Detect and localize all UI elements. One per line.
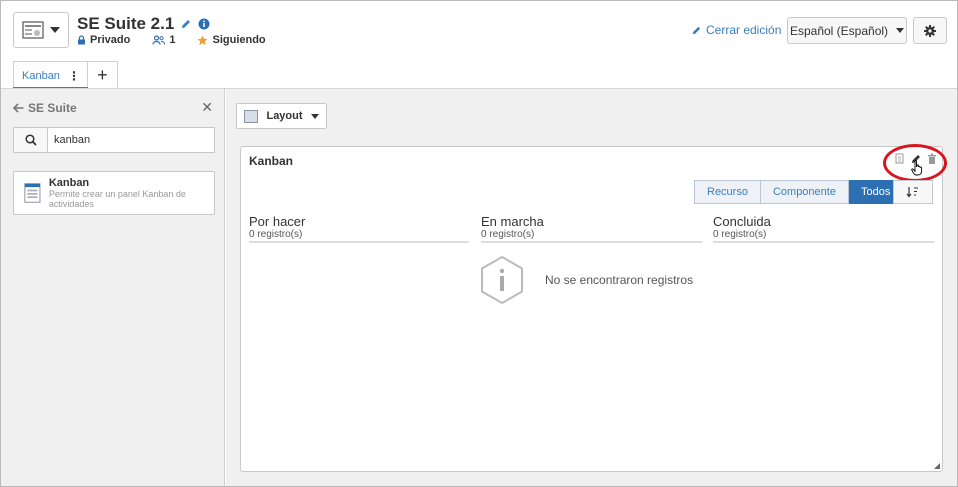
gear-icon — [924, 24, 936, 37]
title-row: SE Suite 2.1 — [77, 14, 210, 34]
empty-state: No se encontraron registros — [479, 255, 693, 305]
widget-kanban[interactable]: Kanban Permite crear un panel Kanban de … — [13, 171, 215, 215]
search-icon — [24, 134, 37, 146]
users-icon — [152, 35, 166, 45]
search-input[interactable] — [47, 127, 215, 153]
tab-kanban[interactable]: Kanban ⋮ — [13, 61, 88, 89]
filter-component-button[interactable]: Componente — [760, 180, 849, 204]
more-vertical-icon[interactable]: ⋮ — [68, 69, 80, 83]
privacy-status: Privado — [77, 34, 130, 46]
close-icon[interactable]: ✕ — [201, 99, 213, 116]
column-todo: Por hacer 0 registro(s) — [249, 214, 469, 243]
search-box — [13, 127, 215, 153]
column-done: Concluida 0 registro(s) — [713, 214, 934, 243]
tabs-row: Kanban ⋮ + — [13, 61, 118, 89]
chevron-down-icon — [896, 28, 905, 33]
meta-row: Privado 1 Siguiendo — [77, 34, 266, 46]
settings-button[interactable] — [913, 17, 947, 44]
language-dropdown[interactable]: Español (Español) — [787, 17, 907, 44]
sidebar-back-button[interactable]: SE Suite — [13, 101, 77, 115]
info-hexagon-icon — [481, 255, 523, 305]
sort-button[interactable] — [893, 180, 933, 204]
plus-icon: + — [97, 65, 108, 85]
info-icon[interactable] — [198, 18, 210, 30]
star-icon — [197, 35, 208, 45]
page-title: SE Suite 2.1 — [77, 14, 175, 33]
dashboard-icon — [22, 21, 44, 39]
chevron-down-icon — [310, 113, 319, 119]
app-icon-dropdown[interactable] — [13, 12, 69, 48]
arrow-left-icon — [13, 102, 24, 113]
main-area: Layout Kanban Recurso Componente Todos P… — [226, 89, 957, 486]
close-edit-link[interactable]: Cerrar edición — [691, 23, 781, 37]
pencil-icon — [692, 26, 701, 34]
kanban-panel: Kanban Recurso Componente Todos Por hace… — [240, 144, 947, 472]
empty-message: No se encontraron registros — [545, 273, 694, 287]
layout-dropdown[interactable]: Layout — [236, 103, 327, 129]
following-status[interactable]: Siguiendo — [197, 34, 266, 46]
sidebar: SE Suite ✕ Kanban Permite crear un panel… — [1, 89, 225, 486]
header: SE Suite 2.1 Privado 1 Siguiendo Cerrar … — [1, 1, 957, 89]
members-count[interactable]: 1 — [152, 34, 175, 46]
resize-handle-icon[interactable] — [934, 463, 940, 469]
search-icon-addon — [13, 127, 47, 153]
layout-icon — [244, 109, 259, 123]
kanban-widget-icon — [24, 183, 41, 203]
lock-icon — [78, 35, 85, 45]
sidebar-header: SE Suite ✕ — [13, 99, 213, 116]
widget-text: Kanban Permite crear un panel Kanban de … — [48, 177, 186, 209]
add-tab-button[interactable]: + — [87, 61, 118, 89]
hand-cursor-icon — [911, 160, 923, 176]
sort-icon — [906, 187, 918, 198]
filter-group: Recurso Componente Todos — [694, 180, 904, 204]
filter-resource-button[interactable]: Recurso — [694, 180, 761, 204]
chevron-down-icon — [50, 27, 60, 33]
panel-title: Kanban — [249, 154, 294, 168]
column-in-progress: En marcha 0 registro(s) — [481, 214, 702, 243]
pencil-icon[interactable] — [180, 18, 192, 30]
